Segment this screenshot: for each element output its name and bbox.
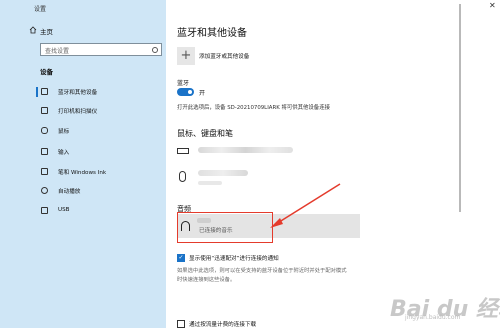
swift-pair-description-line: 如果选中此选项，则可以在受支持的蓝牙设备位于附近时并处于配对模式 [177, 268, 347, 274]
metered-download-checkbox[interactable] [177, 320, 185, 328]
watermark-url: jingyan.baidu.com [405, 314, 461, 321]
swift-pair-description-line: 时快速连接到这些设备。 [177, 277, 236, 283]
metered-download-label[interactable]: 通过按流量计费的连接下载 [189, 320, 256, 328]
annotation-arrow [270, 183, 341, 228]
settings-window: 设置 主页 查找设置 设备 蓝牙和其他设备 打印机和扫描仪 鼠标 输入 笔和 W… [0, 0, 500, 328]
scrollbar[interactable] [459, 4, 461, 212]
swift-pair-label[interactable]: 显示使用“迅速配对”进行连接的通知 [189, 254, 279, 262]
swift-pair-checkbox[interactable]: ✓ [177, 254, 185, 262]
